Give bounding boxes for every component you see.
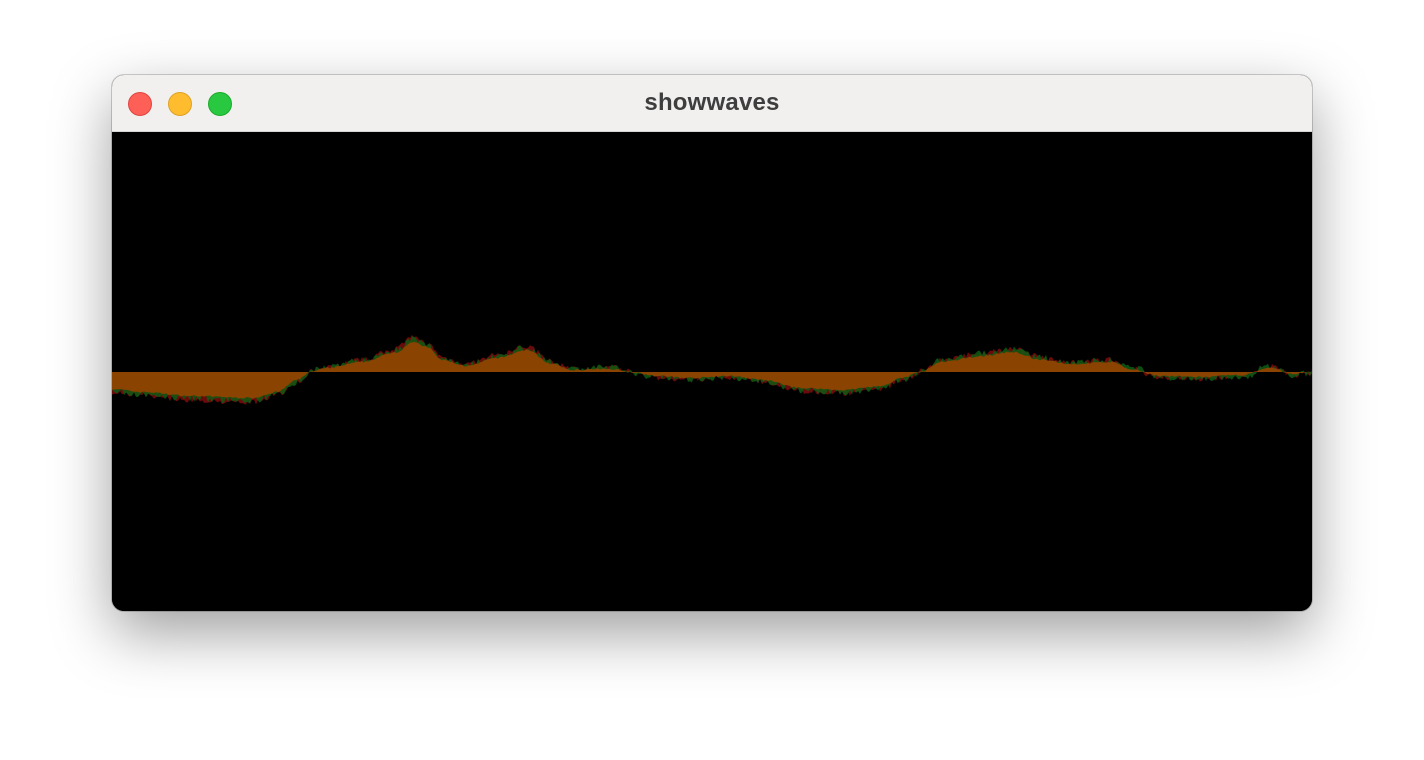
app-window: showwaves — [112, 75, 1312, 611]
waveform-canvas — [112, 132, 1312, 611]
waveform-display — [112, 334, 1312, 405]
title-bar[interactable]: showwaves — [112, 75, 1312, 132]
window-title: showwaves — [644, 89, 780, 116]
waveform-mix — [112, 342, 1312, 399]
